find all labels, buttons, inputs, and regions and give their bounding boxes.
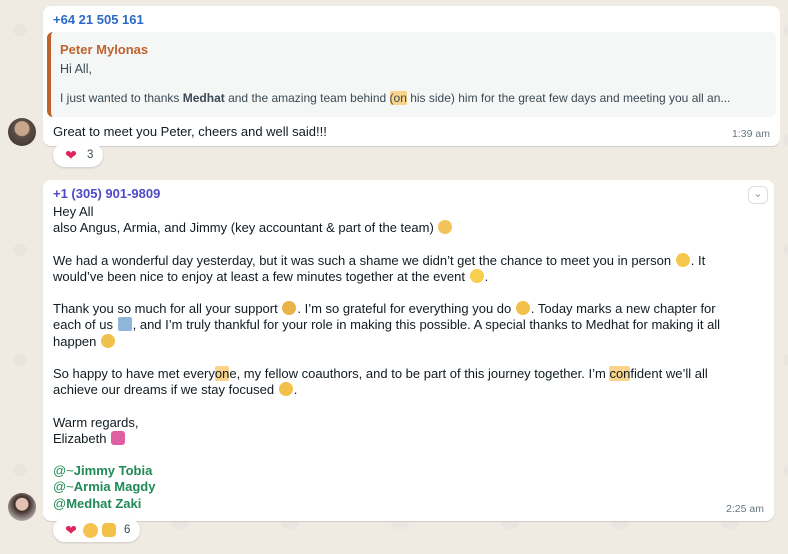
pensive-face-icon bbox=[675, 252, 690, 267]
avatar[interactable] bbox=[8, 493, 36, 521]
message-text: Great to meet you Peter, cheers and well… bbox=[53, 124, 327, 139]
message-timestamp: 2:25 am bbox=[726, 503, 764, 515]
search-highlight: con bbox=[609, 365, 631, 381]
heart-reaction-icon: ❤ bbox=[65, 146, 77, 163]
open-book-icon bbox=[117, 317, 132, 332]
message-bubble[interactable]: +1 (305) 901-9809 ⌄ Hey All also Angus, … bbox=[43, 180, 774, 521]
mention-link[interactable]: @~Jimmy Tobia bbox=[53, 463, 765, 479]
reaction-count: 3 bbox=[87, 149, 94, 161]
search-highlight: (on bbox=[389, 91, 407, 105]
chevron-down-icon[interactable]: ⌄ bbox=[748, 186, 768, 204]
reaction-count: 6 bbox=[124, 524, 131, 536]
raising-hands-icon bbox=[515, 301, 530, 316]
reactions-bar[interactable]: ❤ 3 bbox=[53, 143, 104, 167]
folded-hands-icon bbox=[282, 301, 297, 316]
sender-name[interactable]: +1 (305) 901-9809 bbox=[53, 186, 160, 202]
quoted-author: Peter Mylonas bbox=[60, 42, 149, 57]
quoted-message[interactable]: Peter Mylonas Hi All, I just wanted to t… bbox=[47, 32, 776, 117]
message-timestamp: 1:39 am bbox=[732, 128, 770, 140]
message-bubble[interactable]: +64 21 505 161 Peter Mylonas Hi All, I j… bbox=[43, 6, 780, 146]
clapping-hands-icon bbox=[101, 333, 116, 348]
mention-link[interactable]: @Medhat Zaki bbox=[53, 496, 765, 512]
avatar[interactable] bbox=[8, 118, 36, 146]
quoted-text-line: I just wanted to thanks Medhat and the a… bbox=[60, 91, 731, 105]
reactions-bar[interactable]: ❤ 6 bbox=[53, 518, 141, 542]
mention-link[interactable]: @~Armia Magdy bbox=[53, 479, 765, 495]
heart-reaction-icon: ❤ bbox=[65, 521, 77, 538]
search-highlight: on bbox=[214, 365, 230, 381]
smiling-face-with-hearts-icon bbox=[83, 522, 98, 538]
message-text: Hey All also Angus, Armia, and Jimmy (ke… bbox=[53, 204, 765, 512]
smiling-face-icon bbox=[469, 268, 484, 283]
quoted-text-line: Hi All, bbox=[60, 62, 92, 76]
thumbs-up-icon bbox=[102, 523, 116, 537]
sparkling-heart-icon bbox=[111, 430, 126, 445]
waving-hand-icon bbox=[438, 220, 453, 235]
sender-name[interactable]: +64 21 505 161 bbox=[53, 12, 144, 28]
flexed-biceps-icon bbox=[278, 382, 293, 397]
